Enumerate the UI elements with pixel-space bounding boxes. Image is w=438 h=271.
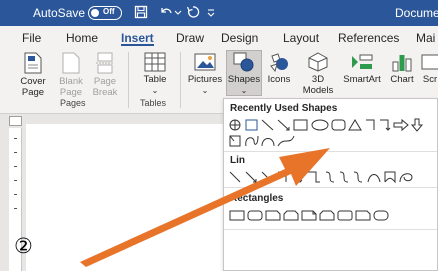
pictures-label: Pictures: [187, 74, 223, 85]
page-break-label: Page Break: [92, 76, 118, 98]
cover-page-icon: [24, 52, 42, 74]
chart-button[interactable]: Chart: [389, 52, 415, 85]
table-icon: [144, 52, 166, 72]
ruler-tick: [14, 208, 17, 209]
undo-dropdown-icon[interactable]: [174, 5, 182, 19]
tab-insert[interactable]: Insert: [121, 31, 154, 45]
cover-page-button[interactable]: Cover Page: [18, 52, 48, 98]
customize-toolbar-icon[interactable]: [206, 5, 216, 19]
section-divider: [224, 151, 437, 152]
tab-home[interactable]: Home: [66, 31, 98, 45]
lines-shapes-row[interactable]: [228, 169, 436, 185]
3d-models-button[interactable]: 3D Models: [300, 52, 336, 96]
tab-layout[interactable]: Layout: [283, 31, 319, 45]
title-bar: AutoSave Off Docume: [0, 0, 438, 26]
tab-selector[interactable]: [9, 116, 22, 126]
icons-icon: [270, 53, 288, 72]
recently-used-shapes-heading: Recently Used Shapes: [230, 103, 338, 114]
ruler-tick: [14, 152, 17, 153]
document-title: Docume: [395, 6, 438, 20]
page-break-icon: [96, 52, 114, 74]
blank-page-icon: [62, 52, 80, 74]
chart-label: Chart: [390, 74, 414, 85]
undo-icon[interactable]: [159, 5, 173, 19]
tab-references[interactable]: References: [338, 31, 399, 45]
rectangles-shapes-row[interactable]: [228, 207, 436, 223]
autosave-toggle[interactable]: Off: [88, 6, 122, 20]
table-button[interactable]: Table ⌄: [138, 52, 172, 96]
screenshot-label: Scr: [422, 74, 438, 85]
group-separator: [128, 52, 129, 108]
icons-button[interactable]: Icons: [264, 52, 294, 85]
smartart-label: SmartArt: [343, 74, 381, 85]
ruler-tick: [14, 180, 17, 181]
section-divider: [224, 187, 437, 188]
3d-models-icon: [308, 52, 328, 72]
step-number-badge: ②: [14, 234, 33, 258]
tab-file[interactable]: File: [22, 31, 41, 45]
screenshot-icon: [421, 54, 438, 70]
autosave-state: Off: [103, 7, 115, 16]
redo-icon[interactable]: [186, 5, 200, 19]
save-icon[interactable]: [134, 5, 148, 19]
document-page[interactable]: [26, 124, 226, 271]
cover-page-label: Cover Page: [20, 76, 46, 98]
blank-page-label: Blank Page: [59, 76, 83, 98]
pages-group-label: Pages: [60, 98, 86, 108]
autosave-label: AutoSave: [33, 6, 86, 20]
tables-group-label: Tables: [140, 98, 167, 108]
smartart-button[interactable]: SmartArt: [340, 52, 384, 85]
3d-models-label: 3D Models: [302, 74, 334, 96]
tab-design[interactable]: Design: [221, 31, 258, 45]
recently-used-shapes-row-2[interactable]: [228, 133, 436, 149]
active-tab-indicator: [121, 44, 154, 46]
shapes-label: Shapes: [227, 74, 261, 85]
ruler-tick: [14, 194, 17, 195]
ribbon-tabs: File Home Insert Draw Design Layout Refe…: [0, 26, 438, 48]
chart-icon: [392, 55, 412, 72]
blank-page-button[interactable]: Blank Page: [56, 52, 86, 98]
ruler-tick: [14, 166, 17, 167]
pictures-icon: [194, 53, 216, 71]
pictures-button[interactable]: Pictures ⌄: [186, 52, 224, 96]
table-label: Table: [143, 74, 167, 85]
shapes-icon: [233, 52, 254, 72]
ruler-tick: [14, 138, 17, 139]
word-window: AutoSave Off Docume File Home Insert Dra…: [0, 0, 438, 271]
rectangles-heading: Rectangles: [230, 193, 284, 204]
section-divider: [224, 229, 437, 230]
icons-label: Icons: [267, 74, 291, 85]
screenshot-button[interactable]: Scr: [420, 52, 438, 85]
chevron-down-icon: ⌄: [240, 86, 248, 95]
toggle-knob: [91, 8, 99, 17]
chevron-down-icon: ⌄: [201, 86, 209, 95]
smartart-icon: [352, 54, 373, 69]
lines-heading: Lin: [230, 155, 245, 166]
chevron-down-icon: ⌄: [151, 86, 159, 95]
group-separator: [180, 52, 181, 108]
page-break-button[interactable]: Page Break: [90, 52, 120, 98]
tab-mailings[interactable]: Mai: [416, 31, 435, 45]
tab-draw[interactable]: Draw: [176, 31, 204, 45]
shapes-button[interactable]: Shapes ⌄: [226, 52, 262, 96]
recently-used-shapes-row-1[interactable]: [228, 117, 436, 133]
shapes-gallery-dropdown: Recently Used Shapes Lin Rectangles: [223, 98, 438, 271]
